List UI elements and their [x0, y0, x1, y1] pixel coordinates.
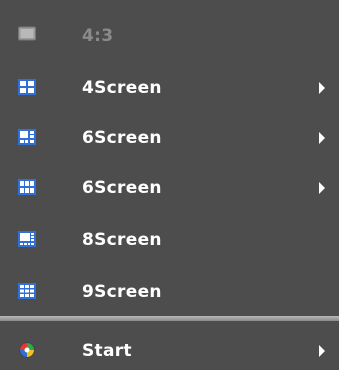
menu-item-label: 8Screen: [82, 230, 162, 250]
menu-item-label: 6Screen: [82, 128, 162, 148]
menu-item-6screen-a[interactable]: 6Screen: [0, 114, 339, 164]
grid-6b-icon: [18, 179, 36, 195]
submenu-arrow-icon: [319, 345, 325, 357]
menu-item-label: 4:3: [82, 26, 114, 46]
grid-9-icon: [18, 283, 36, 299]
submenu-arrow-icon: [319, 132, 325, 144]
menu-item-4screen[interactable]: 4Screen: [0, 64, 339, 114]
submenu-arrow-icon: [319, 82, 325, 94]
menu-item-9screen[interactable]: 9Screen: [0, 268, 339, 318]
grid-8-icon: [18, 231, 36, 247]
menu-item-8screen[interactable]: 8Screen: [0, 216, 339, 266]
menu-item-start[interactable]: Start: [0, 327, 339, 370]
menu-item-label: 9Screen: [82, 282, 162, 302]
menu-item-label: 6Screen: [82, 178, 162, 198]
monitor-icon: [18, 26, 36, 41]
menu-item-6screen-b[interactable]: 6Screen: [0, 164, 339, 214]
grid-6a-icon: [18, 129, 36, 145]
menu-item-aspect-4-3: 4:3: [0, 14, 339, 64]
submenu-arrow-icon: [319, 182, 325, 194]
menu-item-label: 4Screen: [82, 78, 162, 98]
grid-4-icon: [18, 79, 36, 95]
menu-item-label: Start: [82, 341, 132, 361]
context-menu: 4:3 4Screen 6Screen 6Screen 8Screen 9Scr…: [0, 0, 339, 370]
menu-separator: [0, 316, 339, 321]
start-icon: [19, 342, 35, 358]
